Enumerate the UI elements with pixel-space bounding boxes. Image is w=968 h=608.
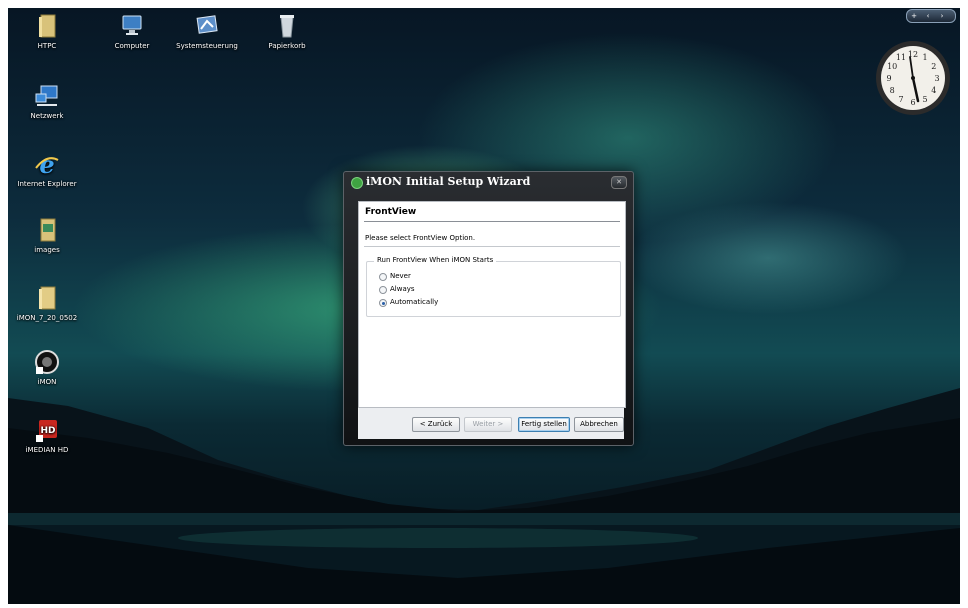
dialog-footer: < Zurück Weiter > Fertig stellen Abbrech… (358, 408, 624, 439)
close-icon[interactable]: ✕ (611, 176, 627, 189)
internet-explorer-icon: e (33, 150, 61, 179)
imon-icon (33, 348, 61, 376)
desktop-icon-label: Internet Explorer (17, 180, 77, 188)
desktop-icon-htpc[interactable]: HTPC (8, 12, 86, 50)
option-label: Automatically (390, 298, 439, 306)
clock-numeral: 7 (898, 95, 903, 104)
svg-text:e: e (39, 150, 54, 178)
desktop-icon-label: iMON (37, 378, 57, 386)
desktop-icon-imon[interactable]: iMON (8, 348, 86, 386)
clock-numeral: 9 (886, 74, 891, 83)
desktop-icon-internet-explorer[interactable]: e Internet Explorer (8, 150, 86, 188)
desktop-icon-imedian-hd[interactable]: HD iMEDIAN HD (8, 416, 86, 454)
setup-wizard-dialog: iMON Initial Setup Wizard ✕ FrontView Pl… (343, 171, 634, 446)
desktop-icon-label: HTPC (37, 42, 57, 50)
desktop-icon-label: iMON_7_20_0502 (16, 314, 78, 322)
back-button[interactable]: < Zurück (412, 417, 460, 432)
desktop-icon-label: Computer (114, 42, 150, 50)
control-panel-icon (193, 12, 221, 40)
wizard-page: FrontView Please select FrontView Option… (358, 201, 626, 408)
network-icon (33, 82, 61, 110)
folder-icon (33, 284, 61, 312)
folder-icon (33, 216, 61, 244)
instruction-text: Please select FrontView Option. (365, 234, 476, 242)
recycle-bin-icon (273, 12, 301, 40)
desktop-icon-imon-folder[interactable]: iMON_7_20_0502 (8, 284, 86, 322)
finish-button[interactable]: Fertig stellen (518, 417, 570, 432)
desktop-icon-netzwerk[interactable]: Netzwerk (8, 82, 86, 120)
desktop-icon-label: Papierkorb (268, 42, 306, 50)
clock-gadget[interactable]: 12 1 2 3 4 5 6 7 8 9 10 11 (874, 37, 952, 119)
clock-numeral: 5 (922, 95, 927, 104)
desktop-icon-computer[interactable]: Computer (93, 12, 171, 50)
desktop-icon-papierkorb[interactable]: Papierkorb (248, 12, 326, 50)
desktop-icon-label: Netzwerk (30, 112, 64, 120)
dialog-titlebar[interactable]: iMON Initial Setup Wizard ✕ (344, 172, 633, 192)
gadget-controls[interactable]: + ‹ › (906, 9, 956, 23)
clock-numeral: 2 (931, 62, 936, 71)
imon-logo-icon (351, 177, 363, 189)
next-button[interactable]: Weiter > (464, 417, 512, 432)
next-page-button[interactable]: › (935, 10, 949, 22)
group-title: Run FrontView When iMON Starts (374, 256, 497, 264)
desktop-icon-label: iMEDIAN HD (25, 446, 69, 454)
imedian-hd-icon: HD (33, 416, 61, 444)
clock-numeral: 4 (931, 86, 936, 95)
desktop-icon-label: Systemsteuerung (176, 42, 238, 50)
desktop-icon-images[interactable]: images (8, 216, 86, 254)
radio-always[interactable] (379, 286, 387, 294)
option-label: Always (390, 285, 415, 293)
dialog-title: iMON Initial Setup Wizard (366, 175, 531, 188)
clock-numeral: 8 (890, 86, 895, 95)
clock-numeral: 11 (896, 53, 906, 62)
computer-icon (118, 12, 146, 40)
heading-divider (364, 221, 620, 222)
radio-automatically[interactable] (379, 299, 387, 307)
analog-clock-icon: 12 1234567891011 (876, 41, 950, 115)
clock-numeral: 6 (910, 98, 915, 107)
previous-page-button[interactable]: ‹ (921, 10, 935, 22)
folder-icon (33, 12, 61, 40)
desktop-icon-systemsteuerung[interactable]: Systemsteuerung (168, 12, 246, 50)
section-divider (364, 246, 620, 247)
clock-numeral: 1 (922, 53, 927, 62)
radio-never[interactable] (379, 273, 387, 281)
svg-text:HD: HD (40, 426, 55, 436)
page-title: FrontView (365, 207, 417, 217)
desktop-icon-label: images (34, 246, 60, 254)
clock-numeral: 3 (934, 74, 939, 83)
cancel-button[interactable]: Abbrechen (574, 417, 624, 432)
clock-numeral: 10 (887, 62, 897, 71)
add-gadget-button[interactable]: + (907, 10, 921, 22)
frontview-option-group: Run FrontView When iMON Starts Never Alw… (366, 256, 621, 317)
option-label: Never (390, 272, 411, 280)
